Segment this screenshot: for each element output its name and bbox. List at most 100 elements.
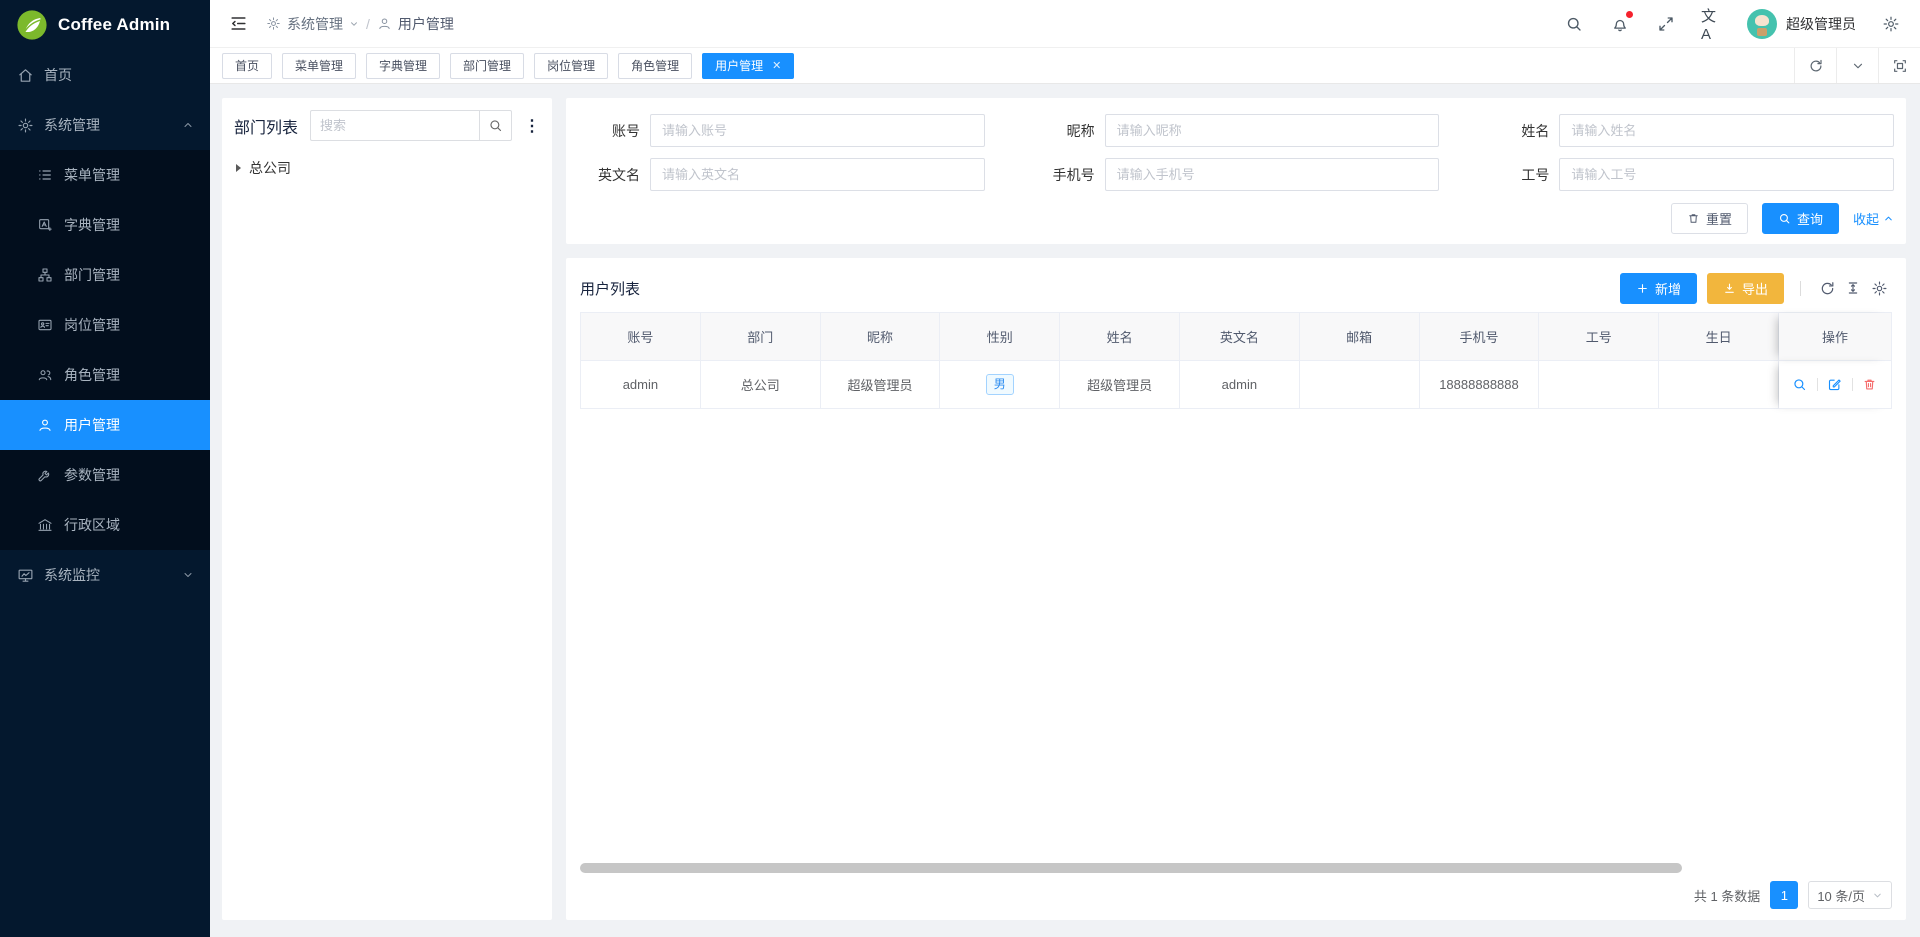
more-options-icon[interactable]: ⋮ [524,116,540,136]
work-no-input[interactable] [1559,158,1894,191]
sidebar-item-menu-mgmt[interactable]: 菜单管理 [0,150,210,200]
sidebar-item-admin-region[interactable]: 行政区域 [0,500,210,550]
tab-label: 菜单管理 [295,57,343,74]
sidebar-item-label: 用户管理 [64,415,120,435]
table-empty-space [580,409,1892,861]
topbar-actions: 文A 超级管理员 [1563,9,1902,39]
caret-right-icon[interactable] [236,164,241,172]
wrench-icon [36,466,54,484]
export-button-label: 导出 [1742,279,1768,298]
menu-fold-button[interactable] [224,10,252,38]
breadcrumb-item-system[interactable]: 系统管理 [266,14,359,34]
edit-icon[interactable] [1827,377,1843,393]
sidebar-item-user-mgmt[interactable]: 用户管理 [0,400,210,450]
field-label: 工号 [1487,165,1549,185]
user-list-card: 用户列表 新增 导出 [566,258,1906,920]
sidebar-item-role-mgmt[interactable]: 角色管理 [0,350,210,400]
page-size-select[interactable]: 10 条/页 [1808,881,1892,909]
english-name-input[interactable] [650,158,985,191]
user-icon [377,16,392,31]
nickname-input[interactable] [1105,114,1440,147]
field-label: 姓名 [1487,121,1549,141]
export-button[interactable]: 导出 [1707,273,1784,304]
column-header-account: 账号 [581,313,701,361]
user-list-actions: 新增 导出 [1620,273,1892,304]
page-1-button[interactable]: 1 [1770,881,1798,909]
tab-menu-mgmt[interactable]: 菜单管理 [282,53,356,79]
settings-gear-icon[interactable] [1880,13,1902,35]
notification-bell-icon[interactable] [1609,13,1631,35]
user-menu[interactable]: 超级管理员 [1747,9,1856,39]
horizontal-scrollbar [580,861,1892,874]
collapse-filter-link[interactable]: 收起 [1853,209,1894,228]
view-detail-icon[interactable] [1792,377,1808,393]
sidebar-item-dept-mgmt[interactable]: 部门管理 [0,250,210,300]
tab-role-mgmt[interactable]: 角色管理 [618,53,692,79]
chevron-down-icon[interactable] [1836,48,1878,83]
pagination: 共 1 条数据 1 10 条/页 [580,874,1892,916]
tab-home[interactable]: 首页 [222,53,272,79]
filter-fields: 账号 昵称 姓名 英文名 [578,114,1894,191]
sidebar-item-label: 首页 [44,65,72,85]
translate-icon[interactable]: 文A [1701,13,1723,35]
notification-badge [1626,11,1633,18]
tree-node-head-office[interactable]: 总公司 [236,155,538,181]
sidebar-item-dict-mgmt[interactable]: 字典管理 [0,200,210,250]
phone-input[interactable] [1105,158,1440,191]
tab-user-mgmt[interactable]: 用户管理 ✕ [702,53,794,79]
collapse-label: 收起 [1853,209,1879,228]
department-search-input[interactable] [310,110,479,141]
sidebar-item-home[interactable]: 首页 [0,50,210,100]
sidebar-item-post-mgmt[interactable]: 岗位管理 [0,300,210,350]
maximize-icon[interactable] [1878,48,1920,83]
field-account: 账号 [578,114,985,147]
field-label: 账号 [578,121,640,141]
user-list-header: 用户列表 新增 导出 [580,266,1892,310]
refresh-icon[interactable] [1794,48,1836,83]
query-button-label: 查询 [1797,209,1823,228]
name-input[interactable] [1559,114,1894,147]
reset-button[interactable]: 重置 [1671,203,1748,234]
cell-english-name: admin [1180,361,1300,409]
dictionary-icon [36,216,54,234]
sidebar-group-monitor[interactable]: 系统监控 [0,550,210,600]
home-icon [16,66,34,84]
content: 部门列表 ⋮ 总公司 [210,84,1920,937]
column-header-actions: 操作 [1779,313,1891,361]
field-phone: 手机号 [1033,158,1440,191]
account-input[interactable] [650,114,985,147]
column-header-dept: 部门 [701,313,821,361]
org-chart-icon [36,266,54,284]
sidebar-group-system[interactable]: 系统管理 [0,100,210,150]
chevron-down-icon [1872,890,1883,901]
right-column: 账号 昵称 姓名 英文名 [566,98,1906,920]
bank-icon [36,516,54,534]
department-search-group [310,110,512,141]
column-settings-gear-icon[interactable] [1866,275,1892,301]
department-search-button[interactable] [479,110,512,141]
tab-label: 首页 [235,57,259,74]
tab-dept-mgmt[interactable]: 部门管理 [450,53,524,79]
tab-dict-mgmt[interactable]: 字典管理 [366,53,440,79]
breadcrumb-separator: / [366,16,370,32]
tab-label: 岗位管理 [547,57,595,74]
column-header-nickname: 昵称 [821,313,941,361]
add-user-button[interactable]: 新增 [1620,273,1697,304]
row-height-icon[interactable] [1840,275,1866,301]
field-label: 英文名 [578,165,640,185]
close-icon[interactable]: ✕ [772,59,781,72]
refresh-icon[interactable] [1814,275,1840,301]
fullscreen-icon[interactable] [1655,13,1677,35]
scrollbar-thumb[interactable] [580,863,1682,873]
delete-icon[interactable] [1862,377,1878,393]
sidebar-item-param-mgmt[interactable]: 参数管理 [0,450,210,500]
tab-post-mgmt[interactable]: 岗位管理 [534,53,608,79]
column-header-english-name: 英文名 [1180,313,1300,361]
search-icon[interactable] [1563,13,1585,35]
chevron-down-icon [182,569,194,581]
search-icon [1778,212,1791,225]
query-button[interactable]: 查询 [1762,203,1839,234]
filter-card: 账号 昵称 姓名 英文名 [566,98,1906,244]
tab-label: 角色管理 [631,57,679,74]
toolbar-divider [1800,281,1801,296]
